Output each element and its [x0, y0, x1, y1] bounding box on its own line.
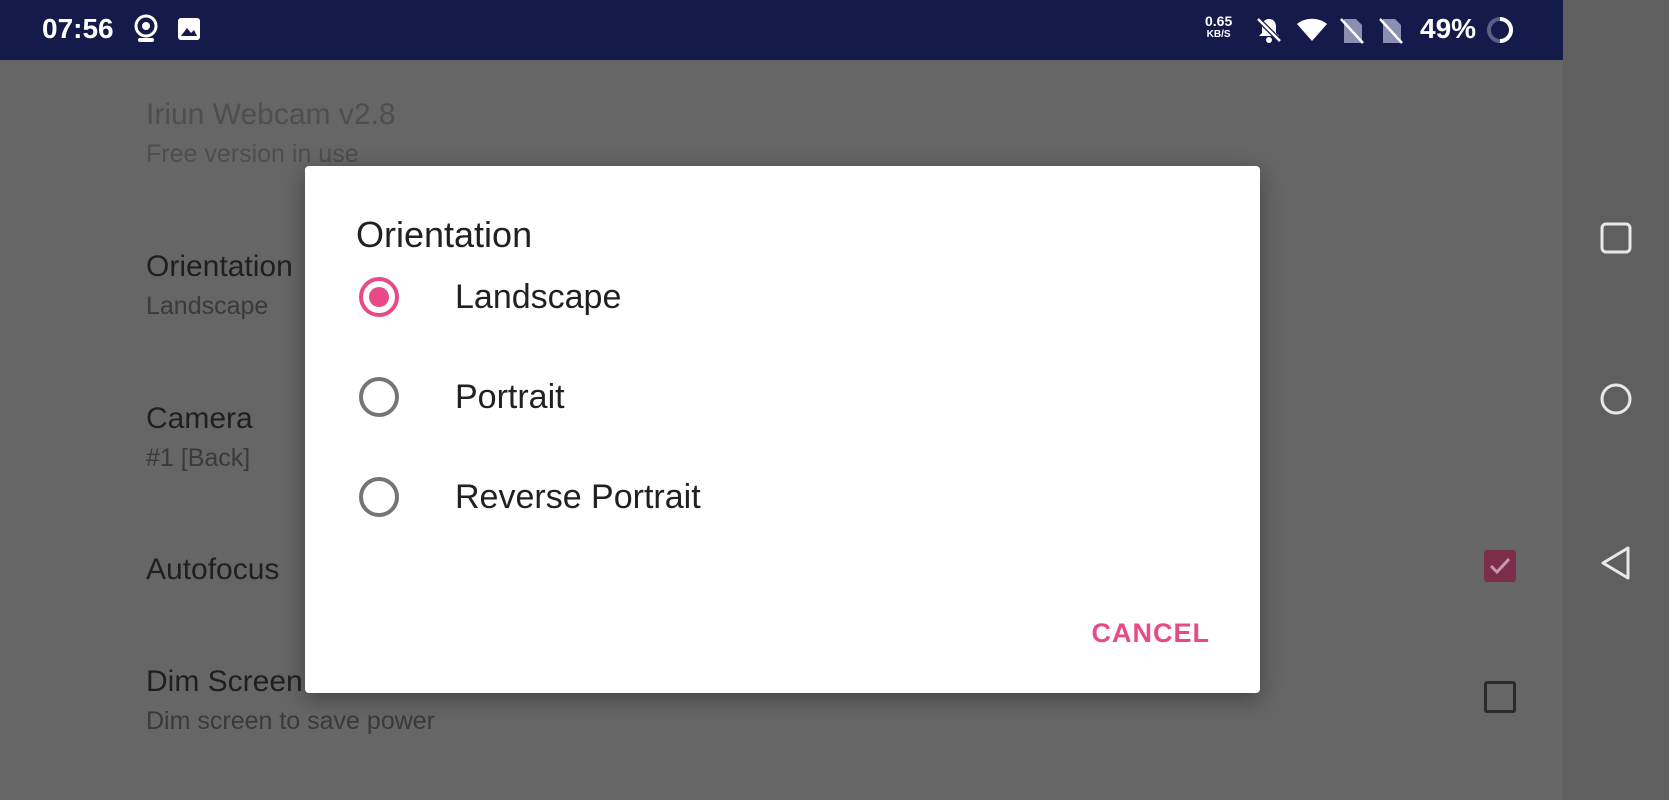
- orientation-dialog: Orientation Landscape Portrait Reverse P…: [305, 166, 1260, 693]
- home-circle-icon[interactable]: [1599, 382, 1633, 421]
- setting-title: Camera: [146, 402, 253, 435]
- net-speed-unit: KB/S: [1206, 29, 1231, 40]
- setting-app-version: Iriun Webcam v2.8 Free version in use: [146, 98, 396, 169]
- setting-summary: Free version in use: [146, 140, 359, 168]
- recents-square-icon[interactable]: [1599, 221, 1633, 260]
- check-icon: [1489, 557, 1511, 575]
- option-label: Landscape: [455, 278, 622, 316]
- battery-ring-icon: [1485, 15, 1515, 50]
- net-speed-value: 0.65: [1205, 13, 1233, 29]
- radio-unselected-icon[interactable]: [359, 377, 399, 417]
- navigation-bar: [1563, 0, 1669, 800]
- no-sim-icon: [1379, 18, 1403, 49]
- setting-camera[interactable]: Camera #1 [Back]: [146, 402, 253, 473]
- wifi-icon: [1296, 18, 1328, 47]
- dim-screen-checkbox[interactable]: [1484, 681, 1516, 713]
- option-label: Portrait: [455, 378, 565, 416]
- setting-title: Iriun Webcam v2.8: [146, 98, 396, 131]
- setting-autofocus[interactable]: Autofocus: [146, 553, 279, 587]
- setting-title: Orientation: [146, 250, 293, 283]
- battery-percent: 49%: [1420, 13, 1477, 44]
- option-label: Reverse Portrait: [455, 478, 701, 516]
- no-sim-icon: [1340, 18, 1364, 49]
- status-bar: 07:56 0.65 KB/S 49%: [0, 0, 1570, 60]
- mute-bell-icon: [1255, 16, 1283, 49]
- cancel-button[interactable]: CANCEL: [1092, 618, 1211, 649]
- option-reverse-portrait[interactable]: Reverse Portrait: [356, 466, 1156, 526]
- status-time: 07:56: [42, 13, 114, 44]
- dialog-title: Orientation: [356, 214, 533, 255]
- autofocus-checkbox[interactable]: [1484, 550, 1516, 582]
- setting-title: Autofocus: [146, 553, 280, 586]
- setting-summary: Dim screen to save power: [146, 707, 436, 735]
- setting-orientation[interactable]: Orientation Landscape: [146, 250, 293, 321]
- setting-summary: #1 [Back]: [146, 444, 251, 472]
- radio-unselected-icon[interactable]: [359, 477, 399, 517]
- option-portrait[interactable]: Portrait: [356, 366, 1156, 426]
- net-speed: 0.65 KB/S: [1205, 14, 1232, 42]
- image-icon: [177, 17, 201, 46]
- option-landscape[interactable]: Landscape: [356, 266, 1156, 326]
- webcam-icon: [132, 14, 160, 49]
- back-triangle-icon[interactable]: [1599, 545, 1633, 586]
- radio-selected-icon[interactable]: [359, 277, 399, 317]
- setting-summary: Landscape: [146, 292, 269, 320]
